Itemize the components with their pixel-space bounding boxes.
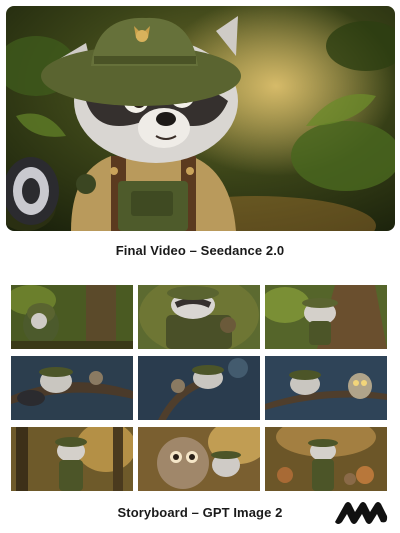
storyboard-frame-2 [138,285,260,349]
storyboard-frame-8 [138,427,260,491]
storyboard-frame-3 [265,285,387,349]
storyboard-frame-1 [11,285,133,349]
storyboard-frame-4 [11,356,133,420]
storyboard-frame-5 [138,356,260,420]
hero-image [6,6,395,231]
storyboard-frame-9 [265,427,387,491]
final-video-caption: Final Video – Seedance 2.0 [115,243,285,258]
storyboard-frame-6 [265,356,387,420]
storyboard-frame-7 [11,427,133,491]
storyboard-grid [11,285,388,492]
brand-w-logo-icon [333,500,389,526]
